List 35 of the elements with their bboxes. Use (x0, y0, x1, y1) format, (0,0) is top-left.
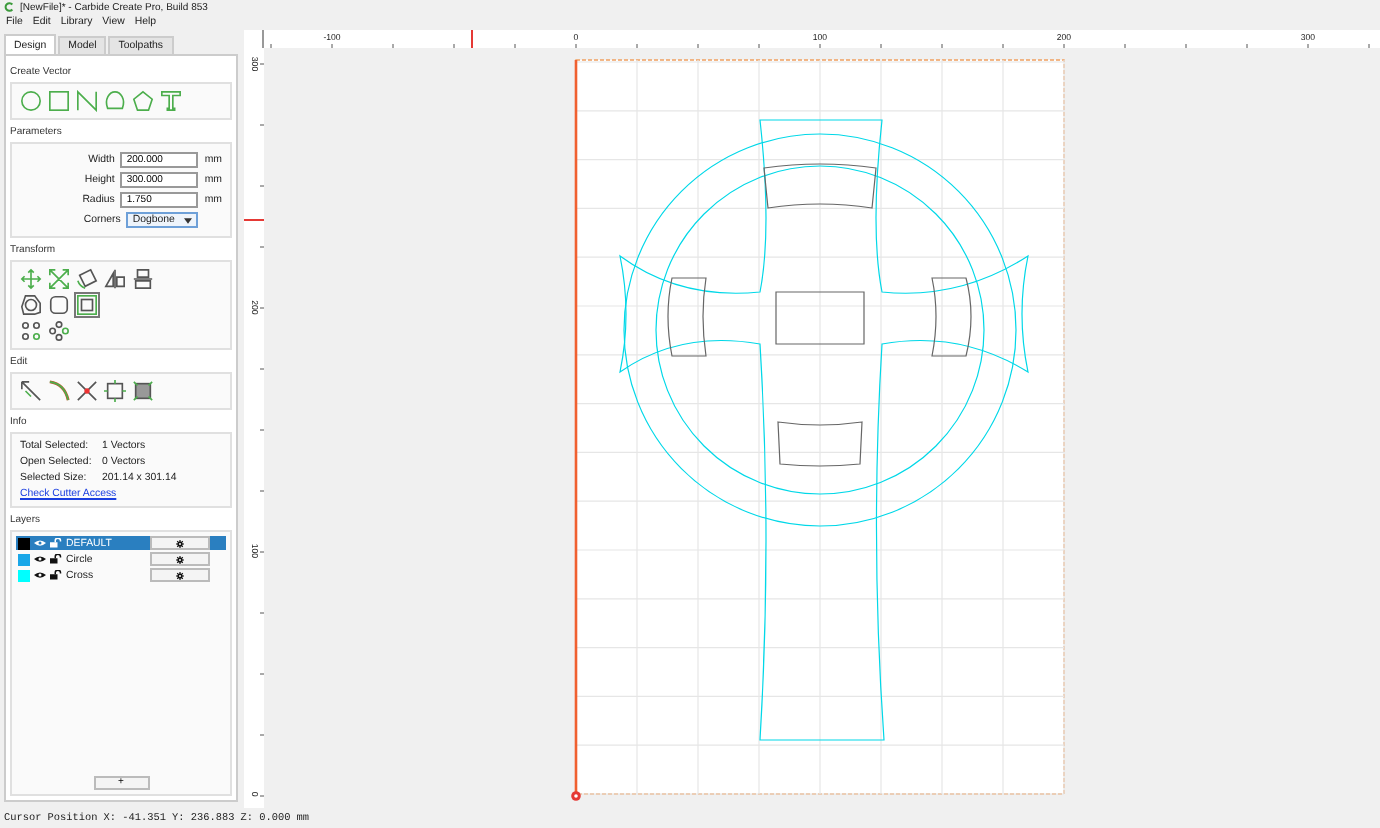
offset-icon[interactable] (20, 294, 42, 316)
layer-settings-button[interactable] (150, 552, 210, 566)
cross-cut-icon[interactable] (76, 380, 98, 402)
curve-shape-icon[interactable] (104, 90, 126, 112)
eye-icon[interactable] (34, 554, 46, 564)
gear-icon (176, 555, 184, 563)
rotate-icon[interactable] (76, 268, 98, 290)
circle-icon[interactable] (20, 90, 42, 112)
square-icon[interactable] (48, 90, 70, 112)
layer-settings-button[interactable] (150, 568, 210, 582)
lock-icon[interactable] (50, 570, 62, 580)
circle-pattern-icon[interactable] (48, 320, 70, 342)
app-icon (4, 2, 14, 12)
layer-color-swatch[interactable] (18, 553, 30, 565)
origin-marker (571, 791, 581, 801)
gear-icon (176, 571, 184, 579)
dots-grid-icon[interactable] (20, 320, 42, 342)
text-icon[interactable] (160, 90, 182, 112)
pentagon-icon[interactable] (132, 90, 154, 112)
layer-settings-button[interactable] (150, 536, 210, 550)
square-nodes-icon[interactable] (104, 380, 126, 402)
layer-color-swatch[interactable] (18, 569, 30, 581)
curve-icon[interactable] (48, 380, 70, 402)
lock-icon[interactable] (50, 554, 62, 564)
node-edit-icon[interactable] (20, 380, 42, 402)
boolean-square-icon[interactable] (76, 294, 98, 316)
filled-square-icon[interactable] (132, 380, 154, 402)
eye-icon[interactable] (34, 570, 46, 580)
line-icon[interactable] (76, 90, 98, 112)
mirror-icon[interactable] (104, 268, 126, 290)
align-icon[interactable] (132, 268, 154, 290)
gear-icon (176, 539, 184, 547)
caret-icon (184, 217, 193, 223)
rounded-square-icon[interactable] (48, 294, 70, 316)
layer-color-swatch[interactable] (18, 537, 30, 549)
